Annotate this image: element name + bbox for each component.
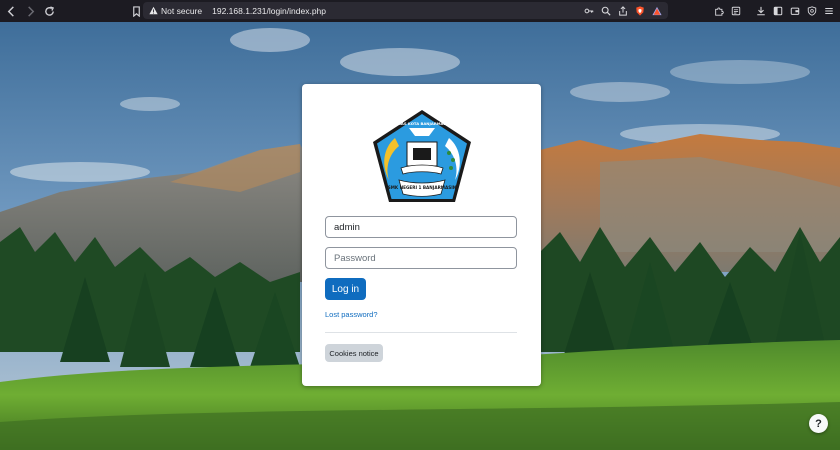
card-divider	[325, 332, 517, 333]
zoom-button[interactable]	[598, 3, 613, 18]
browser-toolbar: Not secure 192.168.1.231/login/index.php	[0, 0, 840, 22]
share-button[interactable]	[615, 3, 630, 18]
sidebar-button[interactable]	[770, 3, 785, 18]
bookmark-icon	[132, 5, 140, 17]
downloads-icon	[756, 6, 765, 15]
login-card: SMK NEGERI 1 BANJARMASIN DINAS KOTA BANJ…	[302, 84, 541, 386]
menu-button[interactable]	[821, 3, 836, 18]
url-tools	[581, 3, 664, 18]
brave-rewards-icon	[651, 6, 662, 15]
reload-icon	[44, 5, 54, 16]
address-bar[interactable]: Not secure 192.168.1.231/login/index.php	[143, 2, 668, 19]
reload-button[interactable]	[41, 3, 57, 19]
menu-icon	[824, 7, 833, 14]
brave-shield-icon	[635, 5, 644, 16]
logo-top-text: DINAS KOTA BANJARMASIN	[393, 121, 451, 126]
back-icon	[7, 5, 14, 17]
password-key-button[interactable]	[581, 3, 596, 18]
username-input[interactable]	[325, 216, 517, 238]
forward-icon	[27, 5, 34, 17]
browser-right-tools	[711, 3, 836, 18]
extensions-button[interactable]	[711, 3, 726, 18]
key-icon	[584, 8, 593, 13]
warning-icon	[149, 6, 158, 15]
vpn-icon	[807, 5, 816, 16]
reader-icon	[731, 6, 740, 15]
login-button[interactable]: Log in	[325, 278, 366, 300]
zoom-icon	[601, 6, 611, 16]
downloads-button[interactable]	[753, 3, 768, 18]
vpn-button[interactable]	[804, 3, 819, 18]
back-button[interactable]	[3, 3, 19, 19]
sidebar-icon	[773, 6, 782, 15]
wallet-icon	[790, 7, 799, 15]
help-icon: ?	[815, 417, 822, 430]
brave-rewards-button[interactable]	[649, 3, 664, 18]
extensions-icon	[714, 7, 724, 16]
share-icon	[618, 5, 627, 16]
url-text[interactable]: 192.168.1.231/login/index.php	[212, 6, 326, 16]
bookmark-button[interactable]	[128, 3, 144, 19]
reader-button[interactable]	[728, 3, 743, 18]
security-indicator[interactable]: Not secure	[149, 6, 202, 16]
logo-bottom-text: SMK NEGERI 1 BANJARMASIN	[388, 185, 457, 190]
school-logo: SMK NEGERI 1 BANJARMASIN DINAS KOTA BANJ…	[373, 110, 471, 202]
cookies-notice-button[interactable]: Cookies notice	[325, 344, 383, 362]
help-button[interactable]: ?	[809, 414, 828, 433]
lost-password-link[interactable]: Lost password?	[325, 310, 378, 319]
security-label: Not secure	[161, 5, 203, 16]
brave-shield-button[interactable]	[632, 3, 647, 18]
password-input[interactable]	[325, 247, 517, 269]
forward-button[interactable]	[22, 3, 38, 19]
wallet-button[interactable]	[787, 3, 802, 18]
